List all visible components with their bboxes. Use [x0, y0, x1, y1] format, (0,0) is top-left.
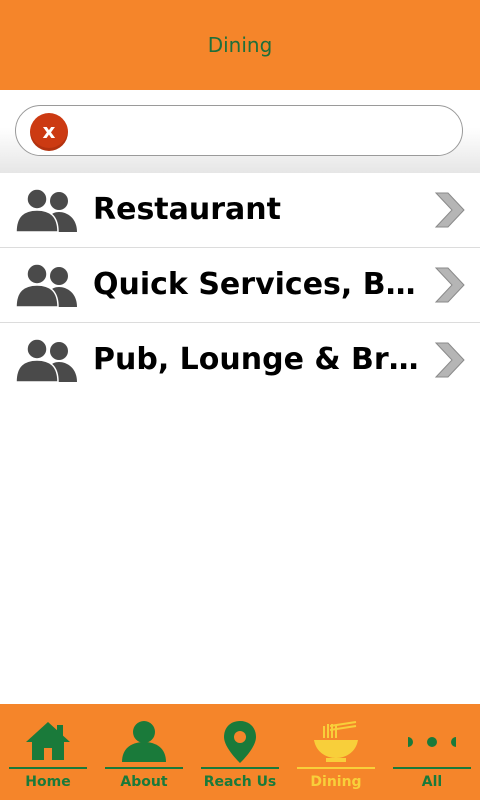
category-list: Restaurant Quick Services, Bakery & Café… [0, 173, 480, 397]
map-pin-icon [224, 721, 256, 763]
more-dots-icon [408, 737, 456, 747]
list-item[interactable]: Restaurant [0, 173, 480, 248]
tab-home[interactable]: Home [0, 704, 96, 800]
list-item-label: Pub, Lounge & Brewery [93, 342, 431, 377]
tab-all[interactable]: All [384, 704, 480, 800]
clear-search-label: x [42, 119, 56, 143]
noodle-bowl-icon [314, 721, 358, 762]
chevron-right-icon [434, 267, 465, 303]
chevron-right-icon [434, 342, 465, 378]
tab-underline [201, 767, 279, 769]
tab-label: Reach Us [203, 774, 277, 790]
clear-search-button[interactable]: x [30, 113, 68, 151]
search-bar: x [0, 90, 480, 173]
tab-label: All [421, 774, 443, 790]
tab-dining[interactable]: Dining [288, 704, 384, 800]
search-field[interactable]: x [15, 105, 463, 156]
bottom-tab-bar: Home About Reach Us Dining All [0, 704, 480, 800]
list-item-label: Restaurant [93, 192, 281, 227]
group-icon [15, 188, 77, 232]
tab-label: About [120, 774, 168, 790]
tab-underline [105, 767, 183, 769]
tab-about[interactable]: About [96, 704, 192, 800]
chevron-right-icon [434, 192, 465, 228]
tab-label: Home [25, 774, 71, 790]
tab-underline [297, 767, 375, 769]
search-input[interactable] [80, 114, 444, 150]
tab-underline [393, 767, 471, 769]
list-item[interactable]: Quick Services, Bakery & Café [0, 248, 480, 323]
tab-label: Dining [310, 774, 362, 790]
page-title: Dining [207, 33, 273, 57]
tab-underline [9, 767, 87, 769]
home-icon [26, 722, 70, 760]
group-icon [15, 263, 77, 307]
group-icon [15, 338, 77, 382]
header-bar: Dining [0, 0, 480, 90]
list-item-label: Quick Services, Bakery & Café [93, 267, 431, 302]
tab-reach-us[interactable]: Reach Us [192, 704, 288, 800]
person-icon [122, 721, 166, 762]
list-item[interactable]: Pub, Lounge & Brewery [0, 323, 480, 397]
